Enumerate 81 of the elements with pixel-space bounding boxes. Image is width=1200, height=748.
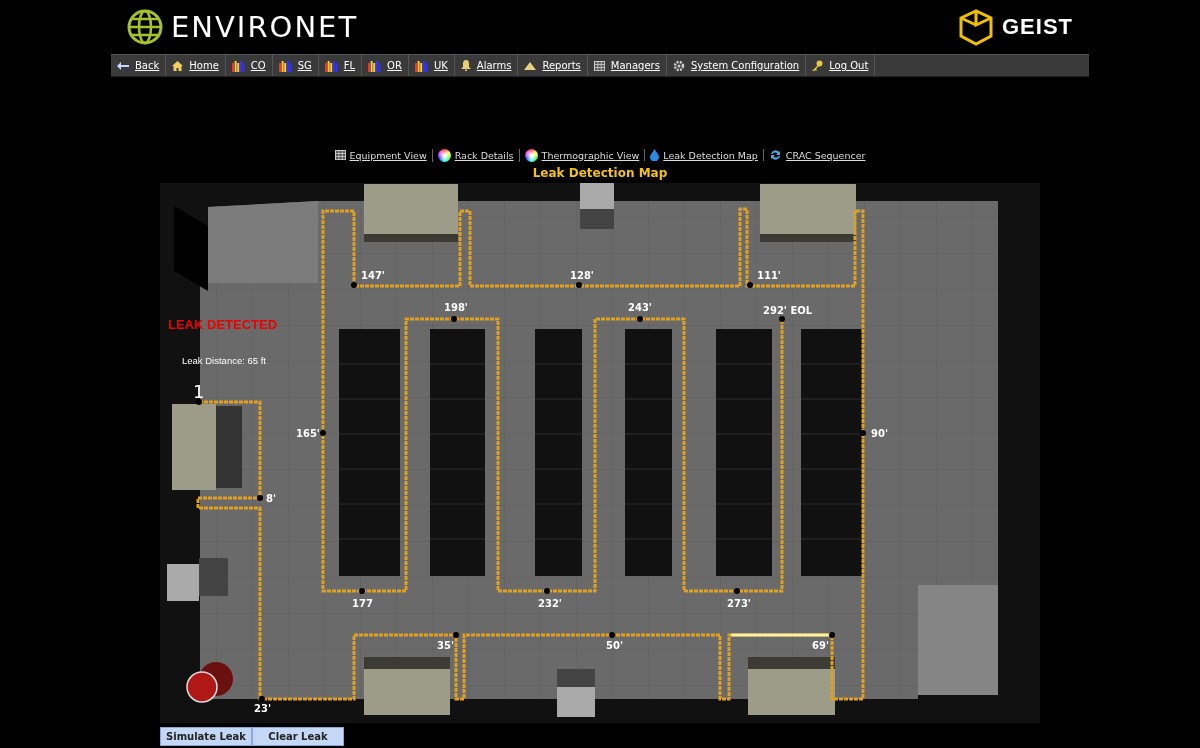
distance-label: 292' EOL <box>763 305 813 316</box>
sensor-dot <box>576 282 582 288</box>
gear-icon <box>672 59 685 72</box>
gas-cylinder <box>186 662 233 703</box>
distance-label: 8' <box>266 493 277 504</box>
distance-label: 165' <box>296 428 320 439</box>
key-icon <box>812 60 824 71</box>
sensor-dot <box>637 316 643 322</box>
bar-chart-icon <box>368 59 382 72</box>
equipment-unit <box>167 558 228 601</box>
equipment-unit <box>580 183 614 229</box>
sensor-dot <box>359 588 365 594</box>
sensor-dot <box>860 430 866 436</box>
sensor-dot <box>257 495 263 501</box>
nav-link[interactable]: Home <box>166 55 226 76</box>
action-button[interactable]: Simulate Leak <box>160 727 252 746</box>
vendor-logo-text: GEIST <box>1002 14 1073 40</box>
leak-warning-text: LEAK DETECTED <box>168 317 278 332</box>
distance-label: 69' <box>812 640 829 651</box>
color-wheel-icon <box>524 148 538 162</box>
page-title: Leak Detection Map <box>532 166 668 182</box>
distance-label: 243' <box>628 302 652 313</box>
view-link[interactable]: Thermographic View <box>518 148 645 162</box>
sensor-dot <box>829 632 835 638</box>
distance-label: 128' <box>570 270 594 281</box>
distance-label: 111' <box>757 270 781 281</box>
nav-link[interactable]: UK <box>408 55 455 76</box>
sensor-dot <box>320 430 326 436</box>
distance-label: 1 <box>193 381 205 402</box>
bell-icon <box>460 60 471 71</box>
cube-logo-icon <box>958 8 994 46</box>
view-link[interactable]: Rack Details <box>431 148 519 162</box>
distance-label: 232' <box>538 598 562 609</box>
nav-link[interactable]: Managers <box>587 55 667 76</box>
sensor-dot <box>609 632 615 638</box>
nav-link[interactable]: Log Out <box>806 55 876 76</box>
distance-label: 198' <box>444 302 468 313</box>
sensor-dot <box>544 588 550 594</box>
grid-icon <box>334 150 346 160</box>
nav-link[interactable]: Back <box>111 55 167 76</box>
sensor-dot <box>196 399 202 405</box>
nav-link[interactable]: System Configuration <box>666 55 807 76</box>
distance-label: 50' <box>606 640 623 651</box>
nav-link[interactable]: FL <box>318 55 363 76</box>
distance-label: 90' <box>871 428 888 439</box>
distance-label: 147' <box>361 270 385 281</box>
distance-label: 35' <box>437 640 454 651</box>
sensor-dot <box>453 632 459 638</box>
view-link[interactable]: Equipment View <box>329 149 432 161</box>
view-link[interactable]: CRAC Sequencer <box>762 149 871 161</box>
back-arrow-icon <box>117 61 129 70</box>
home-icon <box>172 60 184 71</box>
nav-link[interactable]: Alarms <box>454 55 519 76</box>
globe-logo-icon <box>127 9 163 45</box>
bar-chart-icon <box>324 59 338 72</box>
distance-label: 273' <box>727 598 751 609</box>
distance-label: 177 <box>352 598 373 609</box>
view-link[interactable]: Leak Detection Map <box>644 149 763 161</box>
action-button[interactable]: Clear Leak <box>252 727 344 746</box>
nav-link[interactable]: OR <box>362 55 409 76</box>
refresh-icon <box>768 149 782 161</box>
distance-label: 23' <box>254 703 271 714</box>
nav-link[interactable]: SG <box>272 55 319 76</box>
color-wheel-icon <box>437 148 451 162</box>
bar-chart-icon <box>231 59 245 72</box>
sensor-dot <box>451 316 457 322</box>
leak-distance: Leak Distance: 65 ft <box>182 355 266 366</box>
bar-chart-icon <box>414 59 428 72</box>
bar-chart-icon <box>278 59 292 72</box>
triangle-icon <box>524 61 537 70</box>
sensor-dot <box>779 316 785 322</box>
sensor-dot <box>747 282 753 288</box>
product-logo-text: ENVIRONET <box>171 10 359 44</box>
grid-icon <box>593 60 605 71</box>
nav-link[interactable]: Reports <box>518 55 588 76</box>
equipment-unit <box>557 669 595 717</box>
sensor-dot <box>259 696 265 702</box>
nav-link[interactable]: CO <box>225 55 273 76</box>
water-drop-icon <box>650 149 660 161</box>
sensor-dot <box>351 282 357 288</box>
sensor-dot <box>734 588 740 594</box>
